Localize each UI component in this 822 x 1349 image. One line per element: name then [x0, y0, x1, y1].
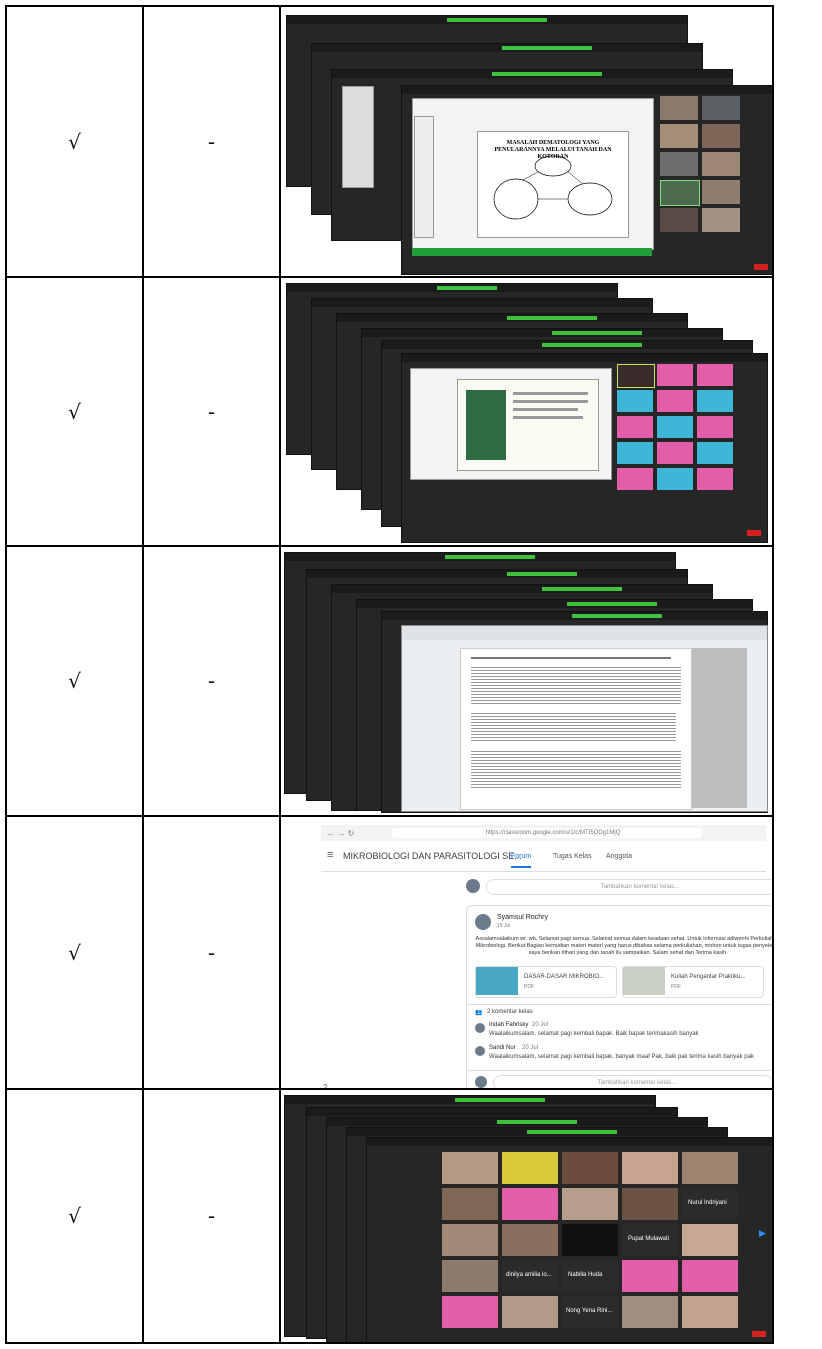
comment-input[interactable]: Tambahkan komentar kelas...	[493, 1075, 772, 1088]
slide-preview: MASALAH DEMATOLOGI YANG PENULARANNYA MEL…	[477, 131, 629, 238]
comment-author: Indah Fahrisky	[489, 1022, 529, 1028]
dash-mark: -	[207, 669, 216, 693]
zoom-screenshot	[281, 547, 772, 815]
end-button[interactable]	[752, 1331, 766, 1337]
comment-author: Sandi Nur	[489, 1045, 516, 1051]
comment-date: 20 Jul	[532, 1022, 549, 1028]
comment-input[interactable]: Tambahkan komentar kelas...	[486, 879, 772, 895]
url-bar[interactable]: https://classroom.google.com/u/1/c/MTI5O…	[391, 828, 703, 838]
people-icon: 👥	[475, 1010, 483, 1016]
comment-text: Waalaikumsalam, selamat pagi kembali bap…	[489, 1031, 699, 1037]
post-date: 19 Jul	[497, 923, 511, 929]
tab-forum[interactable]: Forum	[511, 853, 532, 868]
main-zoom-window: MASALAH DEMATOLOGI YANG PENULARANNYA MEL…	[401, 85, 772, 275]
dash-cell: -	[142, 276, 281, 547]
table-row: √ - MASALAH DEMATOLOGI YANG PENULARANNYA…	[5, 5, 774, 278]
avatar	[475, 1076, 487, 1088]
attachment[interactable]: DASAR-DASAR MIKROBIO... PDF	[475, 966, 617, 998]
course-header: ≡ MIKROBIOLOGI DAN PARASITOLOGI SE... Fo…	[321, 843, 766, 872]
menu-icon[interactable]: ≡	[327, 849, 333, 861]
nav-arrows-icon[interactable]: ← → ↻	[327, 829, 354, 838]
pdf-thumbnail	[476, 967, 518, 995]
pdf-page	[460, 648, 692, 810]
attachment-name: Kuliah Pengantar Praktiku...	[671, 974, 746, 980]
dash-cell: -	[142, 545, 281, 817]
avatar	[475, 1023, 485, 1033]
check-cell: √	[5, 815, 144, 1090]
end-button[interactable]	[747, 530, 761, 536]
classroom-screenshot: ← → ↻ https://classroom.google.com/u/1/c…	[281, 817, 772, 1088]
attachment-name: DASAR-DASAR MIKROBIO...	[524, 974, 605, 980]
screenshot-cell: ← → ↻ https://classroom.google.com/u/1/c…	[279, 815, 774, 1090]
pdf-viewer-window	[401, 625, 768, 812]
avatar	[475, 1046, 485, 1056]
dash-cell: -	[142, 5, 281, 278]
table-row: √ - Nurul Indriyani Pupat Mulawati dinil…	[5, 1088, 774, 1344]
zoom-screenshot	[281, 278, 772, 545]
screenshot-cell	[279, 276, 774, 547]
dash-cell: -	[142, 815, 281, 1090]
check-cell: √	[5, 276, 144, 547]
classroom-page: ← → ↻ https://classroom.google.com/u/1/c…	[321, 825, 772, 1088]
screenshot-cell	[279, 545, 774, 817]
participant-name: Pupat Mulawati	[628, 1236, 670, 1242]
announcement-card: Syamsul Rochry 19 Jul ⋮ Assalamualaikum …	[466, 905, 772, 1088]
main-zoom-window: Nurul Indriyani Pupat Mulawati dinilya a…	[366, 1137, 772, 1342]
attachment-type: PDF	[524, 984, 534, 990]
participant-name: Nabilla Huda	[568, 1272, 603, 1278]
dash-cell: -	[142, 1088, 281, 1344]
dash-mark: -	[207, 399, 216, 424]
evidence-table: √ - MASALAH DEMATOLOGI YANG PENULARANNYA…	[5, 5, 774, 1344]
table-row: √ -	[5, 276, 774, 547]
next-page-icon[interactable]: ▶	[759, 1228, 766, 1239]
pdf-thumbnail	[623, 967, 665, 995]
check-cell: √	[5, 1088, 144, 1344]
table-row: √ -	[5, 545, 774, 817]
dash-mark: -	[207, 1204, 216, 1228]
post-message: Assalamualaikum wr. wb, Selamat pagi sem…	[475, 936, 772, 956]
avatar	[466, 879, 480, 893]
browser-toolbar: ← → ↻ https://classroom.google.com/u/1/c…	[321, 825, 766, 841]
dash-mark: -	[207, 940, 216, 965]
avatar	[475, 914, 491, 930]
check-mark: √	[68, 129, 81, 154]
main-zoom-window	[401, 353, 768, 543]
dash-mark: -	[207, 129, 216, 154]
screenshot-cell: MASALAH DEMATOLOGI YANG PENULARANNYA MEL…	[279, 5, 774, 278]
comment-text: Waalaikumsalam, selamat pagi kembali bap…	[489, 1054, 754, 1060]
slide-preview	[457, 379, 599, 471]
attachment[interactable]: Kuliah Pengantar Praktiku... PDF	[622, 966, 764, 998]
help-icon[interactable]: ?	[323, 1083, 327, 1088]
check-mark: √	[68, 669, 81, 693]
participant-name: dinilya amilia lo...	[506, 1272, 552, 1278]
screenshot-cell: Nurul Indriyani Pupat Mulawati dinilya a…	[279, 1088, 774, 1344]
author-name: Syamsul Rochry	[497, 914, 548, 921]
comments-count[interactable]: 2 komentar kelas	[487, 1009, 533, 1015]
participant-name: Nong Yena Rini...	[566, 1308, 613, 1314]
comment-date: 20 Jul	[522, 1045, 539, 1051]
check-cell: √	[5, 5, 144, 278]
zoom-screenshot: Nurul Indriyani Pupat Mulawati dinilya a…	[281, 1090, 772, 1342]
attachment-type: PDF	[671, 984, 681, 990]
check-mark: √	[68, 1204, 81, 1228]
tab-anggota[interactable]: Anggota	[606, 853, 632, 860]
check-cell: √	[5, 545, 144, 817]
course-title: MIKROBIOLOGI DAN PARASITOLOGI SE...	[343, 851, 522, 861]
participant-name: Nurul Indriyani	[688, 1200, 727, 1206]
check-mark: √	[68, 940, 81, 965]
tab-tugas-kelas[interactable]: Tugas Kelas	[553, 853, 592, 860]
end-button[interactable]	[754, 264, 768, 270]
check-mark: √	[68, 399, 81, 424]
table-row: √ - ← → ↻ https://classroom.google.com/u…	[5, 815, 774, 1090]
zoom-screenshot: MASALAH DEMATOLOGI YANG PENULARANNYA MEL…	[281, 7, 772, 276]
